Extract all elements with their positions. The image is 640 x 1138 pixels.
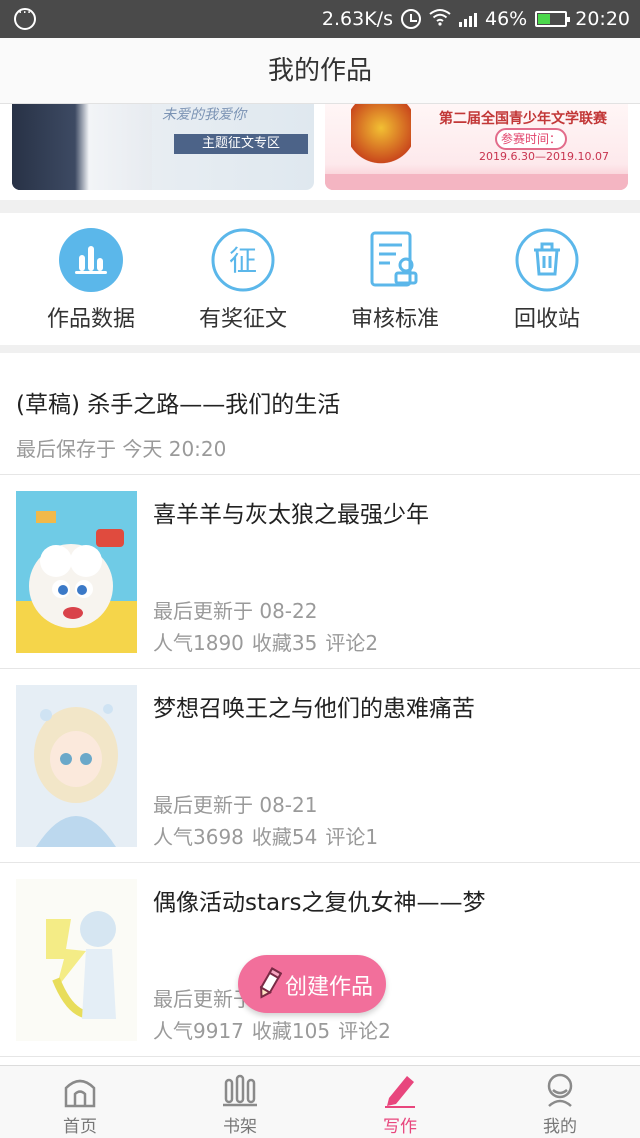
alarm-icon: [401, 9, 421, 29]
nav-label: 书架: [223, 1117, 257, 1137]
profile-icon: [541, 1072, 579, 1108]
action-label: 审核标准: [350, 307, 439, 332]
book-cover: [16, 879, 137, 1041]
create-work-label: 创建作品: [285, 975, 374, 1000]
bookshelf-icon: [221, 1072, 259, 1108]
notification-more-icon: [14, 5, 36, 30]
trophy-image: [351, 104, 411, 184]
page-title: 我的作品: [0, 38, 640, 104]
work-popularity: 人气9917: [153, 1019, 244, 1043]
contest-icon: 征: [210, 227, 276, 293]
battery-icon: [535, 11, 571, 27]
network-speed: 2.63K/s: [321, 8, 393, 30]
status-right: 2.63K/s 46% 20:20: [322, 6, 630, 32]
nav-label: 我的: [543, 1117, 577, 1137]
work-favorites: 收藏105: [251, 1019, 331, 1043]
svg-text:征: 征: [229, 244, 257, 277]
book-cover: [16, 491, 137, 653]
work-popularity: 人气1890: [153, 631, 244, 655]
work-popularity: 人气3698: [153, 825, 244, 849]
action-prize-contest[interactable]: 征 有奖征文: [168, 227, 318, 333]
list-item[interactable]: 梦想召唤王之与他们的患难痛苦 最后更新于 08-21 人气3698 收藏54 评论1: [0, 669, 640, 863]
work-favorites: 收藏35: [251, 631, 318, 655]
theme-contest-banner[interactable]: 未爱的我爱你 主题征文专区: [12, 104, 314, 190]
literature-league-banner[interactable]: 第二届全国青少年文学联赛 参赛时间： 2019.6.30—2019.10.07: [325, 104, 628, 190]
work-updated: 最后更新于 08-22: [153, 599, 318, 623]
list-item[interactable]: 喜羊羊与灰太狼之最强少年 最后更新于 08-22 人气1890 收藏35 评论2: [0, 475, 640, 669]
wifi-icon: [429, 8, 451, 31]
banner-people-image: [12, 104, 152, 190]
nav-writing[interactable]: 写作: [320, 1072, 480, 1137]
work-title: 梦想召唤王之与他们的患难痛苦: [153, 696, 475, 722]
book-cover: [16, 685, 137, 847]
action-review-standard[interactable]: 审核标准: [320, 227, 470, 333]
trash-icon: [514, 227, 580, 293]
draft-item[interactable]: (草稿) 杀手之路——我们的生活 最后保存于 今天 20:20: [0, 353, 640, 475]
action-works-data[interactable]: 作品数据: [16, 227, 166, 333]
banner-right-headline: 第二届全国青少年文学联赛: [439, 111, 607, 127]
nav-label: 写作: [383, 1117, 417, 1137]
work-title: 偶像活动stars之复仇女神——梦: [153, 890, 486, 916]
draft-saved-time: 最后保存于 今天 20:20: [16, 437, 227, 461]
action-label: 作品数据: [46, 307, 135, 332]
work-stats: 人气3698 收藏54 评论1: [153, 821, 386, 850]
banner-right-strip: [325, 174, 628, 190]
nav-bookshelf[interactable]: 书架: [160, 1072, 320, 1137]
pencil-icon: [256, 967, 283, 1001]
action-label: 有奖征文: [198, 307, 287, 332]
review-standard-icon: [362, 227, 428, 293]
nav-profile[interactable]: 我的: [480, 1072, 640, 1137]
bar-chart-icon: [58, 227, 124, 293]
action-recycle-bin[interactable]: 回收站: [472, 227, 622, 333]
bottom-nav: 首页 书架 写作 我的: [0, 1065, 640, 1138]
work-favorites: 收藏54: [251, 825, 318, 849]
battery-percent: 46%: [485, 8, 528, 30]
work-comments: 评论2: [325, 631, 379, 655]
banner-left-headline: 未爱的我爱你: [162, 107, 246, 123]
clock-time: 20:20: [575, 8, 630, 30]
work-title: 喜羊羊与灰太狼之最强少年: [153, 502, 429, 528]
banner-row: 未爱的我爱你 主题征文专区 第二届全国青少年文学联赛 参赛时间： 2019.6.…: [0, 104, 640, 200]
signal-icon: [459, 11, 477, 27]
banner-left-tag: 主题征文专区: [174, 134, 308, 154]
home-icon: [61, 1072, 99, 1108]
quick-actions: 作品数据 征 有奖征文 审核标准 回收站: [0, 213, 640, 345]
nav-home[interactable]: 首页: [0, 1072, 160, 1137]
nav-label: 首页: [63, 1117, 97, 1137]
work-comments: 评论1: [325, 825, 379, 849]
work-stats: 人气9917 收藏105 评论2: [153, 1015, 399, 1044]
app-screen: 2.63K/s 46% 20:20 我的作品 未爱的我爱你 主题征文专区 第二届…: [0, 0, 640, 1138]
work-updated: 最后更新于 08-21: [153, 793, 318, 817]
work-stats: 人气1890 收藏35 评论2: [153, 627, 386, 656]
banner-right-badge: 参赛时间：: [495, 128, 567, 150]
banner-right-dates: 2019.6.30—2019.10.07: [479, 150, 609, 163]
status-bar: 2.63K/s 46% 20:20: [0, 0, 640, 38]
create-work-button[interactable]: 创建作品: [238, 955, 386, 1013]
action-label: 回收站: [513, 307, 580, 332]
work-comments: 评论2: [338, 1019, 391, 1043]
draft-title: (草稿) 杀手之路——我们的生活: [16, 392, 341, 418]
pen-icon: [381, 1072, 419, 1108]
